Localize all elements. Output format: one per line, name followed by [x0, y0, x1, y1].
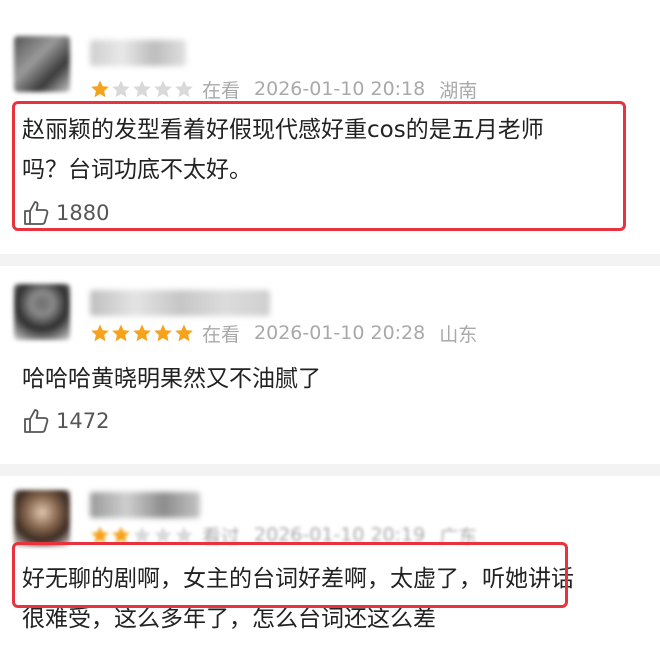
- review-location: 湖南: [439, 79, 478, 102]
- watch-status: 在看: [202, 323, 241, 346]
- thumbs-up-icon: [24, 409, 49, 433]
- highlight-box: [12, 101, 626, 231]
- divider: [0, 254, 660, 266]
- star-filled-icon: [133, 324, 151, 342]
- star-empty-icon: [154, 80, 172, 98]
- rating-row: 在看 2026-01-10 20:28 山东: [90, 320, 491, 346]
- avatar[interactable]: [14, 36, 70, 92]
- review-date: 2026-01-10 20:28: [254, 322, 426, 344]
- username-blurred[interactable]: [90, 492, 200, 518]
- star-rating: [90, 323, 194, 343]
- review-card: 看过 2026-01-10 20:19 广东 好无聊的剧啊，女主的台词好差啊，太…: [0, 476, 660, 657]
- star-empty-icon: [175, 80, 193, 98]
- star-filled-icon: [112, 324, 130, 342]
- like-button[interactable]: 1472: [22, 406, 109, 436]
- star-rating: [90, 79, 194, 99]
- watch-status: 在看: [202, 79, 241, 102]
- avatar[interactable]: [14, 490, 70, 546]
- username-blurred[interactable]: [90, 40, 186, 66]
- star-filled-icon: [154, 324, 172, 342]
- star-filled-icon: [91, 80, 109, 98]
- review-content-line: 哈哈哈黄晓明果然又不油腻了: [22, 366, 321, 392]
- rating-row: 在看 2026-01-10 20:18 湖南: [90, 76, 491, 102]
- review-content: 哈哈哈黄晓明果然又不油腻了: [22, 359, 660, 399]
- username-blurred[interactable]: [90, 290, 270, 316]
- star-filled-icon: [175, 324, 193, 342]
- star-empty-icon: [112, 80, 130, 98]
- avatar[interactable]: [14, 284, 70, 340]
- review-card: 在看 2026-01-10 20:18 湖南 赵丽颖的发型看着好假现代感好重co…: [0, 0, 660, 250]
- star-filled-icon: [91, 324, 109, 342]
- review-location: 山东: [439, 323, 478, 346]
- divider: [0, 464, 660, 476]
- highlight-box: [12, 542, 568, 608]
- review-date: 2026-01-10 20:18: [254, 78, 426, 100]
- review-card: 在看 2026-01-10 20:28 山东 哈哈哈黄晓明果然又不油腻了 147…: [0, 266, 660, 466]
- star-empty-icon: [133, 80, 151, 98]
- like-count: 1472: [56, 409, 110, 433]
